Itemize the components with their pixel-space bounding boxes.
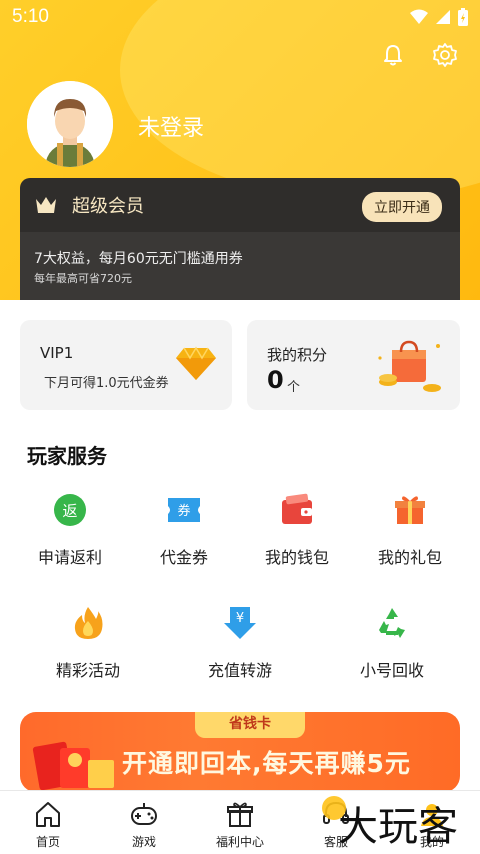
tab-label: 首页 [35,835,60,849]
vip-description: 7大权益，每月60元无门槛通用券 [34,251,243,267]
battery-icon [458,8,468,26]
watermark-logo: 大玩客 [322,796,458,850]
rebate-icon: 返 [54,494,86,526]
points-label: 我的积分 [267,346,328,364]
wallet-icon [282,493,312,524]
login-status[interactable]: 未登录 [138,110,204,142]
service-wallet[interactable]: 我的钱包 [237,490,357,568]
svg-text:券: 券 [177,503,190,519]
wifi-icon [410,9,428,24]
tab-welfare-center[interactable]: 福利中心 [192,791,288,854]
services-title: 玩家服务 [27,444,107,468]
vip-card[interactable]: 超级会员 立即开通 7大权益，每月60元无门槛通用券 每年最高可省720元 [20,178,460,300]
svg-text:¥: ¥ [236,611,244,626]
vip-level-card[interactable]: VIP1 下月可得1.0元代金券 [20,320,232,410]
gamepad-icon [131,803,157,825]
status-bar: 5:10 [0,0,480,34]
service-label: 我的钱包 [264,548,329,567]
recycle-icon [379,608,405,638]
flame-icon [74,607,103,639]
status-time: 5:10 [12,6,49,27]
banner-text: 开通即回本,每天再赚5元 [122,749,411,778]
svg-text:返: 返 [62,502,77,520]
service-label: 我的礼包 [377,548,442,567]
service-label: 申请返利 [37,548,102,567]
transfer-icon: ¥ [224,607,256,639]
avatar[interactable] [27,81,113,167]
service-label: 代金券 [159,548,208,567]
voucher-icon: 券 [168,498,200,522]
watermark-text: 大玩客 [338,804,458,850]
shopping-bag-icon [378,340,441,392]
home-icon [36,802,60,827]
crown-icon [36,197,56,213]
user-avatar-illustration [27,81,113,167]
settings-icon[interactable] [432,42,458,68]
service-gift[interactable]: 我的礼包 [350,490,470,568]
service-label: 充值转游 [207,661,272,680]
points-card[interactable]: 我的积分 0 个 [247,320,460,410]
vip-level-sub: 下月可得1.0元代金券 [44,376,169,391]
gift-icon [227,802,253,827]
tab-games[interactable]: 游戏 [96,791,192,854]
service-label: 小号回收 [359,661,424,680]
banner-tag: 省钱卡 [195,712,305,738]
savings-card-banner[interactable]: 省钱卡 开通即回本,每天再赚5元 [20,712,460,792]
activate-vip-button[interactable]: 立即开通 [362,192,442,222]
service-account-recycle[interactable]: 小号回收 [332,603,452,681]
service-label: 精彩活动 [55,661,120,680]
vip-level-label: VIP1 [40,344,74,362]
gift-icon [395,496,425,524]
tab-label: 游戏 [131,835,156,849]
service-recharge-transfer[interactable]: ¥ 充值转游 [180,603,300,681]
points-value: 0 [267,366,284,394]
tab-home[interactable]: 首页 [0,791,96,854]
service-rebate[interactable]: 返 申请返利 [10,490,130,568]
red-envelope-icon [32,741,114,791]
bell-icon[interactable] [380,42,406,68]
diamond-icon [176,346,216,380]
tab-label: 福利中心 [215,835,264,849]
signal-icon [436,10,450,24]
vip-title: 超级会员 [72,196,144,217]
service-activities[interactable]: 精彩活动 [28,603,148,681]
vip-subtext: 每年最高可省720元 [34,272,132,285]
points-unit: 个 [287,380,301,395]
service-voucher[interactable]: 券 代金券 [124,490,244,568]
